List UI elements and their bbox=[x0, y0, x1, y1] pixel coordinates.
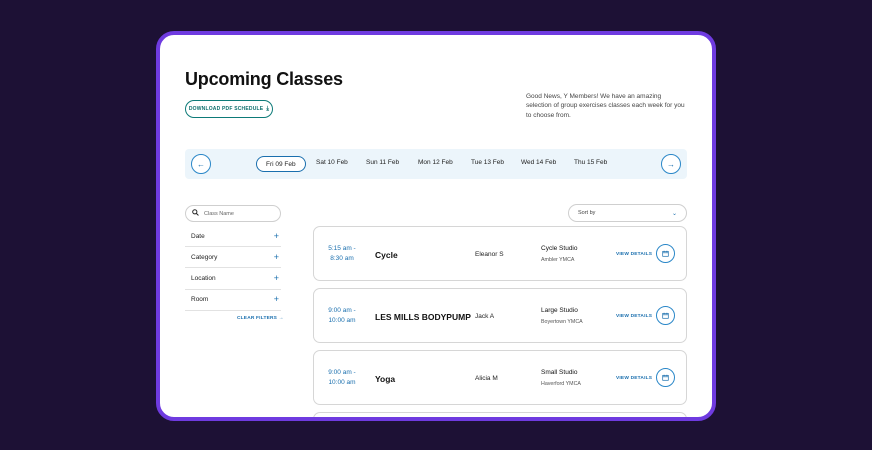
filter-label: Category bbox=[191, 253, 218, 261]
calendar-icon bbox=[662, 312, 669, 319]
add-to-calendar-button[interactable] bbox=[656, 306, 675, 325]
start-time: 9:00 am - bbox=[328, 369, 356, 376]
filter-location[interactable]: Location + bbox=[185, 268, 281, 290]
download-pdf-button[interactable]: DOWNLOAD PDF SCHEDULE ⤓ bbox=[185, 100, 273, 118]
class-search[interactable] bbox=[185, 205, 281, 222]
filter-date[interactable]: Date + bbox=[185, 226, 281, 248]
next-week-button[interactable]: → bbox=[661, 154, 681, 174]
start-time: 9:00 am - bbox=[328, 307, 356, 314]
arrow-right-icon: → bbox=[667, 159, 675, 169]
filter-label: Room bbox=[191, 296, 209, 304]
instructor: Jack A bbox=[475, 313, 495, 320]
class-card-partial bbox=[313, 412, 687, 417]
plus-icon: + bbox=[273, 294, 279, 305]
class-card: 9:00 am - 10:00 am Yoga Alicia M Small S… bbox=[313, 350, 687, 405]
download-icon: ⤓ bbox=[266, 105, 270, 112]
studio: Large Studio bbox=[541, 307, 578, 314]
instructor: Alicia M bbox=[475, 375, 498, 382]
class-name: Yoga bbox=[375, 374, 396, 384]
view-details-link[interactable]: VIEW DETAILS bbox=[616, 376, 652, 381]
date-tab[interactable]: Thu 15 Feb bbox=[574, 159, 607, 166]
studio: Cycle Studio bbox=[541, 245, 578, 252]
class-card: 9:00 am - 10:00 am LES MILLS BODYPUMP Ja… bbox=[313, 288, 687, 343]
class-card: 5:15 am - 8:30 am Cycle Eleanor S Cycle … bbox=[313, 226, 687, 281]
date-tab-selected[interactable]: Fri 09 Feb bbox=[256, 156, 306, 172]
page-title: Upcoming Classes bbox=[185, 69, 343, 89]
download-pdf-label: DOWNLOAD PDF SCHEDULE bbox=[188, 106, 264, 112]
filter-room[interactable]: Room + bbox=[185, 290, 281, 311]
calendar-icon bbox=[662, 250, 669, 257]
add-to-calendar-button[interactable] bbox=[656, 368, 675, 387]
clear-filters-label: CLEAR FILTERS bbox=[237, 316, 278, 321]
promo-text: Good News, Y Members! We have an amazing… bbox=[526, 93, 685, 119]
studio: Small Studio bbox=[541, 369, 578, 376]
sort-dropdown[interactable]: Sort by ⌄ bbox=[568, 204, 687, 222]
chevron-down-icon: ⌄ bbox=[671, 210, 677, 217]
view-details-link[interactable]: VIEW DETAILS bbox=[616, 314, 652, 319]
filter-label: Location bbox=[191, 274, 216, 282]
sort-label: Sort by bbox=[578, 210, 596, 216]
date-selector: ← Fri 09 Feb Sat 10 Feb Sun 11 Feb Mon 1… bbox=[185, 149, 687, 179]
search-icon bbox=[192, 209, 199, 218]
class-time: 9:00 am - 10:00 am bbox=[326, 368, 358, 387]
date-tab[interactable]: Wed 14 Feb bbox=[521, 159, 556, 166]
branch: Boyertown YMCA bbox=[541, 319, 583, 325]
arrow-left-icon: ← bbox=[197, 159, 205, 169]
app-window: Upcoming Classes DOWNLOAD PDF SCHEDULE ⤓… bbox=[156, 31, 716, 421]
class-name: Cycle bbox=[375, 250, 398, 260]
add-to-calendar-button[interactable] bbox=[656, 244, 675, 263]
plus-icon: + bbox=[273, 251, 279, 262]
end-time: 10:00 am bbox=[328, 378, 356, 386]
arrow-right-icon: → bbox=[278, 316, 284, 321]
date-tab[interactable]: Mon 12 Feb bbox=[418, 159, 453, 166]
filter-list: Date + Category + Location + Room + bbox=[185, 226, 281, 311]
class-name-input[interactable] bbox=[204, 210, 274, 217]
plus-icon: + bbox=[273, 230, 279, 241]
plus-icon: + bbox=[273, 272, 279, 283]
end-time: 8:30 am bbox=[330, 254, 354, 262]
class-time: 9:00 am - 10:00 am bbox=[326, 306, 358, 325]
branch: Ambler YMCA bbox=[541, 257, 575, 263]
start-time: 5:15 am - bbox=[328, 245, 356, 252]
date-tab[interactable]: Sat 10 Feb bbox=[316, 159, 348, 166]
calendar-icon bbox=[662, 374, 669, 381]
class-name: LES MILLS BODYPUMP bbox=[375, 312, 471, 322]
view-details-link[interactable]: VIEW DETAILS bbox=[616, 252, 652, 257]
prev-week-button[interactable]: ← bbox=[191, 154, 211, 174]
filter-category[interactable]: Category + bbox=[185, 247, 281, 269]
branch: Haverford YMCA bbox=[541, 381, 581, 387]
filter-label: Date bbox=[191, 232, 205, 240]
date-tab[interactable]: Sun 11 Feb bbox=[366, 159, 399, 166]
clear-filters-link[interactable]: CLEAR FILTERS → bbox=[237, 316, 284, 321]
end-time: 10:00 am bbox=[328, 316, 356, 324]
class-time: 5:15 am - 8:30 am bbox=[326, 244, 358, 263]
instructor: Eleanor S bbox=[475, 251, 504, 258]
date-tab[interactable]: Tue 13 Feb bbox=[471, 159, 504, 166]
